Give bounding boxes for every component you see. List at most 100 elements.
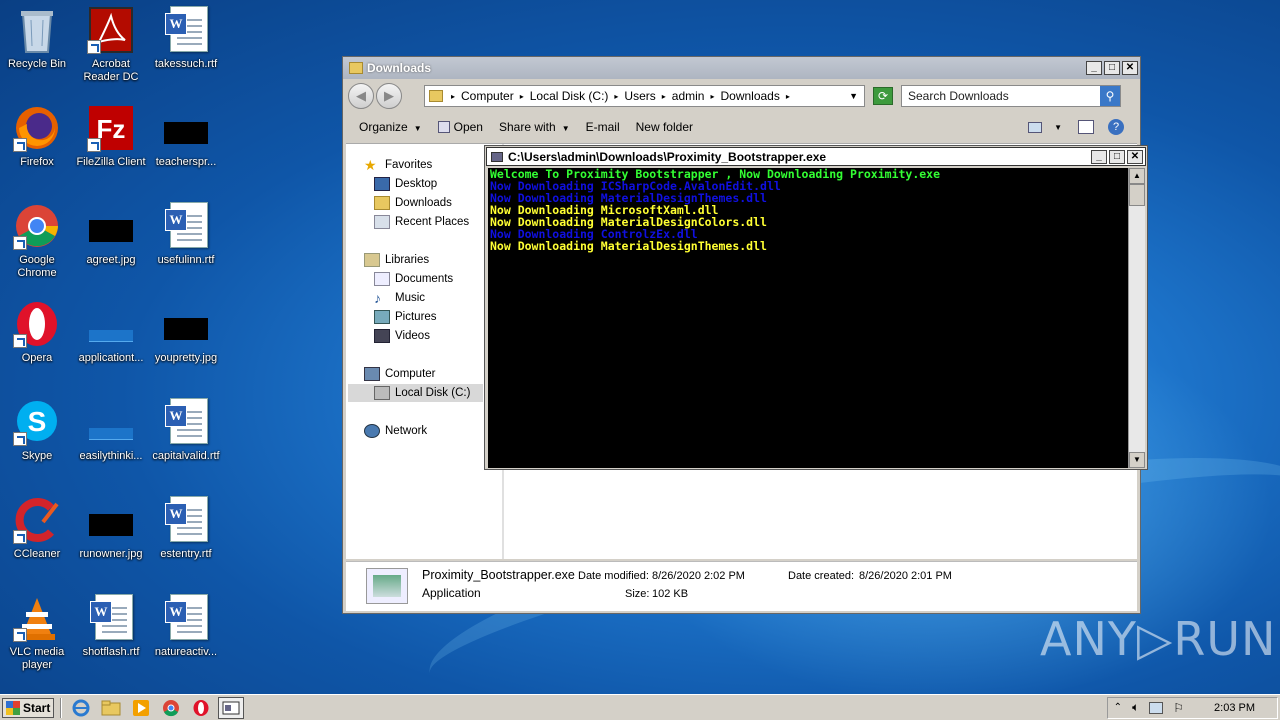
scroll-down-icon[interactable]: ▼ xyxy=(1129,452,1145,468)
nav-videos[interactable]: Videos xyxy=(374,327,430,345)
svg-text:S: S xyxy=(28,406,47,437)
desktop-icon-easilythinki[interactable]: easilythinki... xyxy=(74,398,148,463)
back-button[interactable]: ◀ xyxy=(348,83,374,109)
libraries-icon xyxy=(364,253,380,267)
search-icon[interactable]: ⚲ xyxy=(1100,86,1120,106)
desktop-icon-chrome[interactable]: Google Chrome xyxy=(0,202,74,280)
desktop-icon-firefox[interactable]: Firefox xyxy=(0,104,74,169)
console-titlebar[interactable]: C:\Users\admin\Downloads\Proximity_Boots… xyxy=(486,147,1146,166)
recent-places-icon xyxy=(374,215,390,229)
desktop-icon-usefulinn[interactable]: usefulinn.rtf xyxy=(149,202,223,267)
videos-icon xyxy=(374,329,390,343)
console-close-button[interactable]: ✕ xyxy=(1127,149,1143,164)
chevron-right-icon: ▸ xyxy=(661,91,666,101)
desktop-icon-estentry[interactable]: estentry.rtf xyxy=(149,496,223,561)
nav-desktop[interactable]: Desktop xyxy=(374,175,437,193)
address-dropdown-icon[interactable]: ▼ xyxy=(849,91,858,101)
action-center-flag-icon[interactable]: ⚐ xyxy=(1173,701,1184,715)
chevron-right-icon: ▸ xyxy=(451,91,456,101)
address-bar[interactable]: ▸ Computer ▸ Local Disk (C:) ▸ Users ▸ a… xyxy=(424,85,865,107)
anyrun-watermark: ANY▷RUN xyxy=(1040,612,1277,666)
show-hidden-icons-icon[interactable]: ⌃ xyxy=(1114,702,1122,713)
nav-libraries[interactable]: Libraries xyxy=(364,251,429,269)
console-maximize-button[interactable]: □ xyxy=(1109,149,1125,164)
nav-downloads[interactable]: Downloads xyxy=(374,194,452,212)
desktop-icon-ccleaner[interactable]: CCleaner xyxy=(0,496,74,561)
desktop-icon-acrobat[interactable]: Acrobat Reader DC xyxy=(74,6,148,84)
console-minimize-button[interactable]: _ xyxy=(1091,149,1107,164)
desktop-icon-agreet[interactable]: agreet.jpg xyxy=(74,202,148,267)
volume-icon[interactable]: 🔈︎ xyxy=(1132,700,1139,715)
file-explorer-icon[interactable] xyxy=(98,697,124,719)
word-document-icon xyxy=(162,202,210,250)
open-button[interactable]: Open xyxy=(437,120,483,134)
nav-documents[interactable]: Documents xyxy=(374,270,453,288)
maximize-button[interactable]: □ xyxy=(1104,61,1120,75)
filezilla-icon: Fz xyxy=(87,104,135,152)
shortcut-arrow-icon xyxy=(13,432,27,446)
desktop-icon-applicationt[interactable]: applicationt... xyxy=(74,300,148,365)
minimize-button[interactable]: _ xyxy=(1086,61,1102,75)
share-with-menu[interactable]: Share with ▼ xyxy=(499,120,570,134)
desktop-icon-opera[interactable]: Opera xyxy=(0,300,74,365)
nav-pictures[interactable]: Pictures xyxy=(374,308,437,326)
nav-local-disk[interactable]: Local Disk (C:) xyxy=(348,384,483,402)
breadcrumb-admin[interactable]: admin xyxy=(672,89,705,103)
help-icon[interactable]: ? xyxy=(1108,119,1124,135)
shortcut-arrow-icon xyxy=(13,530,27,544)
desktop-icon-natureactiv[interactable]: natureactiv... xyxy=(149,594,223,659)
word-document-icon xyxy=(87,594,135,642)
navigation-pane: ★ Favorites Desktop Downloads Recent Pla… xyxy=(346,144,504,559)
desktop-icon-recycle-bin[interactable]: Recycle Bin xyxy=(0,6,74,71)
search-input[interactable]: Search Downloads xyxy=(908,89,1009,103)
image-file-icon xyxy=(87,300,135,348)
console-taskbar-button[interactable] xyxy=(218,696,244,719)
breadcrumb-downloads[interactable]: Downloads xyxy=(720,89,779,103)
desktop-icon-youpretty[interactable]: youpretty.jpg xyxy=(149,300,223,365)
console-output[interactable]: Welcome To Proximity Bootstrapper , Now … xyxy=(488,168,1128,468)
network-tray-icon[interactable] xyxy=(1149,701,1164,714)
nav-favorites[interactable]: ★ Favorites xyxy=(364,156,432,174)
nav-network[interactable]: Network xyxy=(364,422,427,440)
opera-taskbar-icon[interactable] xyxy=(188,697,214,719)
desktop-icon-skype[interactable]: S Skype xyxy=(0,398,74,463)
refresh-button[interactable]: ⟳ xyxy=(873,87,893,105)
internet-explorer-icon[interactable] xyxy=(68,697,94,719)
new-folder-button[interactable]: New folder xyxy=(636,120,693,134)
nav-computer[interactable]: Computer xyxy=(364,365,436,383)
nav-music[interactable]: ♪ Music xyxy=(374,289,425,307)
desktop-icon-capitalvalid[interactable]: capitalvalid.rtf xyxy=(149,398,223,463)
organize-menu[interactable]: Organize ▼ xyxy=(359,120,422,134)
forward-button[interactable]: ▶ xyxy=(376,83,402,109)
desktop-icon-takessuch[interactable]: takessuch.rtf xyxy=(149,6,223,71)
desktop-icon-teacherspr[interactable]: teacherspr... xyxy=(149,104,223,169)
search-box[interactable]: Search Downloads ⚲ xyxy=(901,85,1121,107)
console-window[interactable]: C:\Users\admin\Downloads\Proximity_Boots… xyxy=(484,145,1148,470)
network-icon xyxy=(364,424,380,438)
breadcrumb-users[interactable]: Users xyxy=(624,89,655,103)
desktop-icon-filezilla[interactable]: Fz FileZilla Client xyxy=(74,104,148,169)
media-player-icon[interactable] xyxy=(128,697,154,719)
desktop-icon-runowner[interactable]: runowner.jpg xyxy=(74,496,148,561)
scroll-thumb[interactable] xyxy=(1129,184,1145,206)
start-button[interactable]: Start xyxy=(2,697,54,718)
chevron-right-icon: ▸ xyxy=(785,91,790,101)
change-view-icon[interactable] xyxy=(1028,121,1043,133)
desktop-icon-vlc[interactable]: VLC media player xyxy=(0,594,74,672)
pictures-icon xyxy=(374,310,390,324)
explorer-titlebar[interactable]: Downloads _ □ ✕ xyxy=(343,57,1140,79)
nav-recent-places[interactable]: Recent Places xyxy=(374,213,469,231)
taskbar-separator xyxy=(60,697,62,718)
close-button[interactable]: ✕ xyxy=(1122,61,1138,75)
scroll-up-icon[interactable]: ▲ xyxy=(1129,168,1145,184)
chevron-right-icon: ▸ xyxy=(710,91,715,101)
taskbar-clock[interactable]: 2:03 PM xyxy=(1214,702,1255,714)
breadcrumb-computer[interactable]: Computer xyxy=(461,89,514,103)
preview-pane-icon[interactable] xyxy=(1078,120,1094,134)
chevron-down-icon[interactable]: ▼ xyxy=(1054,123,1062,132)
console-scrollbar[interactable]: ▲ ▼ xyxy=(1128,168,1145,468)
chrome-taskbar-icon[interactable] xyxy=(158,697,184,719)
breadcrumb-local-disk[interactable]: Local Disk (C:) xyxy=(530,89,609,103)
email-button[interactable]: E-mail xyxy=(586,120,620,134)
desktop-icon-shotflash[interactable]: shotflash.rtf xyxy=(74,594,148,659)
